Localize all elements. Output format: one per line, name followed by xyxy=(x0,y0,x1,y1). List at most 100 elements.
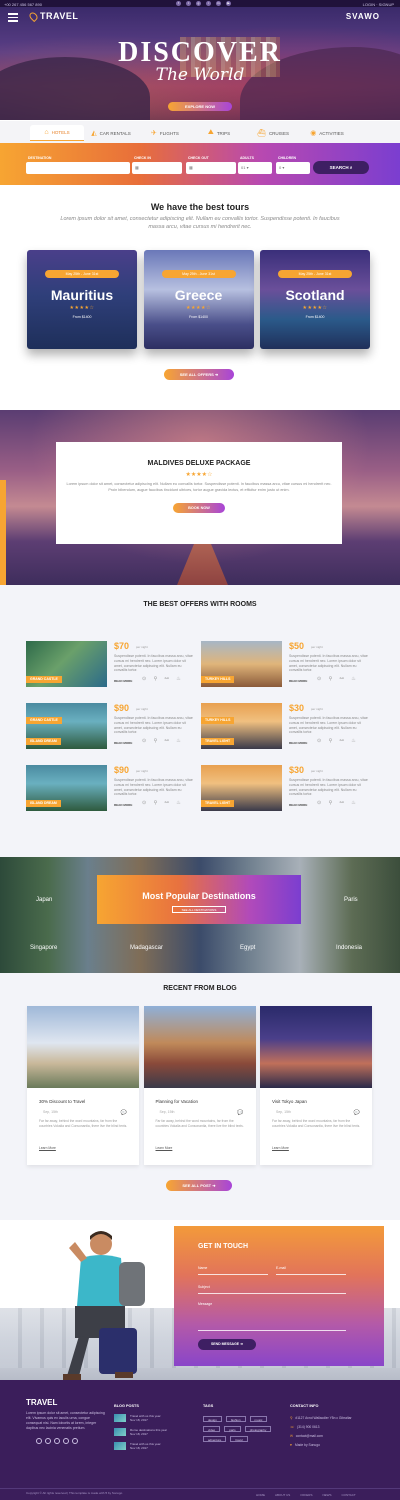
read-more-link[interactable]: READ MORE xyxy=(114,741,132,745)
subject-input[interactable] xyxy=(198,1293,346,1294)
read-more-link[interactable]: READ MORE xyxy=(289,741,307,745)
linkedin-icon[interactable]: in xyxy=(216,1,221,6)
offer-image[interactable]: ISLAND DREAM xyxy=(26,765,107,811)
message-input[interactable] xyxy=(198,1330,346,1331)
offer-price: $30 xyxy=(289,765,305,775)
offer-card[interactable]: ISLAND DREAM $90 per night Suspendisse pote… xyxy=(26,765,196,813)
send-message-button[interactable]: SEND MESSAGE ➜ xyxy=(198,1339,256,1350)
hamburger-menu-icon[interactable] xyxy=(8,13,18,24)
offer-card[interactable]: GRAND CASTLE $70 per night Suspendisse pote… xyxy=(26,641,196,689)
tour-card[interactable]: May 25th - June 31st Mauritius ★★★★☆ From $… xyxy=(27,250,137,349)
contact-text: contact@mail.com xyxy=(295,1434,323,1438)
tour-card[interactable]: May 25th - June 31st Scotland ★★★★☆ From $1… xyxy=(260,250,370,349)
tag-video[interactable]: video xyxy=(203,1426,221,1432)
offer-image[interactable]: TRAVEL LIGHT xyxy=(201,703,282,749)
instagram-icon[interactable] xyxy=(63,1438,69,1444)
twitter-icon[interactable] xyxy=(45,1438,51,1444)
blog-card[interactable]: Planning for Vacation Sep, 15th 💬 Far far a… xyxy=(143,1006,256,1165)
offer-image[interactable]: GRAND CASTLE xyxy=(26,641,107,687)
name-input[interactable] xyxy=(198,1274,268,1275)
read-more-link[interactable]: READ MORE xyxy=(114,803,132,807)
offer-card[interactable]: ISLAND DREAM $90 per night Suspendisse pote… xyxy=(26,703,196,751)
footer-nav-contact[interactable]: CONTACT xyxy=(341,1493,355,1497)
youtube-icon[interactable]: ▶ xyxy=(226,1,231,6)
learn-more-link[interactable]: Learn More xyxy=(272,1146,289,1150)
tag-music[interactable]: music xyxy=(249,1416,268,1422)
blog-card[interactable]: 30% Discount to Travel Sep, 15th 💬 Far far … xyxy=(27,1006,139,1165)
see-all-post-button[interactable]: SEE ALL POST ➜ xyxy=(166,1180,232,1191)
login-signup-links[interactable]: LOGIN · SIGNUP xyxy=(363,2,394,7)
blog-title[interactable]: Visit Tokyo Japan xyxy=(272,1099,307,1104)
offer-card[interactable]: TURKEY HILLS $50 per night Suspendisse pote… xyxy=(201,641,371,689)
offer-card[interactable]: TRAVEL LIGHT $30 per night Suspendisse pote… xyxy=(201,703,371,751)
footer-nav-about-us[interactable]: ABOUT US xyxy=(275,1493,290,1497)
offer-image[interactable]: TURKEY HILLS xyxy=(201,641,282,687)
offer-image[interactable]: TRAVEL LIGHT xyxy=(201,765,282,811)
footer-nav-home[interactable]: HOME xyxy=(256,1493,265,1497)
tour-name: Greece xyxy=(174,287,223,303)
tag-photography[interactable]: photography xyxy=(244,1426,272,1432)
linkedin-icon[interactable] xyxy=(72,1438,78,1444)
offer-image[interactable]: ISLAND DREAM xyxy=(26,703,107,749)
blog-image[interactable] xyxy=(27,1006,139,1088)
learn-more-link[interactable]: Learn More xyxy=(156,1146,173,1150)
destination-tile[interactable]: Singapore xyxy=(30,945,57,951)
destination-tile[interactable]: Indonesia xyxy=(336,945,362,951)
footer-blog-post[interactable]: Travel with us this year Nov 18, 2017 xyxy=(114,1442,194,1450)
tag-fashion[interactable]: fashion xyxy=(225,1416,246,1422)
tab-car-rentals[interactable]: ◭ CAR RENTALS xyxy=(84,125,138,141)
footer-nav-news[interactable]: NEWS xyxy=(322,1493,331,1497)
footer-nav-offers[interactable]: OFFERS xyxy=(300,1493,312,1497)
footer-blog-post[interactable]: Travel with us this year Nov 18, 2017 xyxy=(114,1414,194,1422)
tab-trips[interactable]: ⛰ TRIPS xyxy=(192,125,246,141)
read-more-link[interactable]: READ MORE xyxy=(289,803,307,807)
blog-title[interactable]: 30% Discount to Travel xyxy=(39,1099,85,1104)
partner-brand: SVAWO xyxy=(345,12,380,21)
destination-input[interactable] xyxy=(26,162,130,174)
footer-logo[interactable]: TRAVEL xyxy=(26,1398,57,1407)
email-input[interactable] xyxy=(276,1274,346,1275)
tour-card[interactable]: May 25th - June 31st Greece ★★★★☆ From $140… xyxy=(143,250,254,349)
tab-activities[interactable]: ◉ ACTIVITIES xyxy=(300,125,354,141)
tag-adventure[interactable]: adventure xyxy=(203,1436,227,1442)
learn-more-link[interactable]: Learn More xyxy=(39,1146,56,1150)
checkout-input[interactable]: ▦ xyxy=(186,162,236,174)
see-all-destinations-button[interactable]: SEE ALL DESTINATIONS xyxy=(172,906,226,913)
checkin-input[interactable]: ▦ xyxy=(132,162,182,174)
tag-paris[interactable]: paris xyxy=(224,1426,241,1432)
children-select[interactable]: 0 ▾ xyxy=(276,162,310,174)
twitter-icon[interactable]: t xyxy=(186,1,191,6)
search-button[interactable]: SEARCH ⌕ xyxy=(313,161,369,174)
google-icon[interactable]: g xyxy=(196,1,201,6)
see-all-offers-button[interactable]: SEE ALL OFFERS ➜ xyxy=(164,369,234,380)
destination-tile[interactable]: Paris xyxy=(344,897,358,903)
blog-image[interactable] xyxy=(143,1006,256,1088)
facebook-icon[interactable] xyxy=(36,1438,42,1444)
read-more-link[interactable]: READ MORE xyxy=(114,679,132,683)
blog-title[interactable]: Planning for Vacation xyxy=(156,1099,198,1104)
tab-cruises[interactable]: ⛴ CRUISES xyxy=(246,125,300,141)
site-logo[interactable]: TRAVEL xyxy=(27,10,78,22)
tab-hotels[interactable]: ⌂ HOTELS xyxy=(30,125,84,141)
adults-select[interactable]: 01 ▾ xyxy=(238,162,272,174)
destination-tile[interactable]: Egypt xyxy=(240,945,255,951)
comment-icon[interactable]: 💬 xyxy=(121,1110,127,1116)
blog-image[interactable] xyxy=(260,1006,372,1088)
comment-icon[interactable]: 💬 xyxy=(237,1110,243,1116)
destination-tile[interactable]: Madagascar xyxy=(130,945,163,951)
destination-tile[interactable]: Japan xyxy=(36,897,52,903)
tag-design[interactable]: design xyxy=(203,1416,222,1422)
tab-label: CAR RENTALS xyxy=(99,130,131,136)
comment-icon[interactable]: 💬 xyxy=(354,1110,360,1116)
google-icon[interactable] xyxy=(54,1438,60,1444)
blog-card[interactable]: Visit Tokyo Japan Sep, 15th 💬 Far far away,… xyxy=(260,1006,372,1165)
tab-flights[interactable]: ✈ FLIGHTS xyxy=(138,125,192,141)
explore-now-button[interactable]: EXPLORE NOW xyxy=(168,102,232,111)
offer-card[interactable]: TRAVEL LIGHT $30 per night Suspendisse pote… xyxy=(201,765,371,813)
instagram-icon[interactable]: i xyxy=(206,1,211,6)
footer-blog-post[interactable]: Rome destinations this year Nov 18, 2017 xyxy=(114,1428,194,1436)
book-now-button[interactable]: BOOK NOW xyxy=(173,503,225,513)
facebook-icon[interactable]: f xyxy=(176,1,181,6)
tag-travel[interactable]: travel xyxy=(230,1436,248,1442)
read-more-link[interactable]: READ MORE xyxy=(289,679,307,683)
